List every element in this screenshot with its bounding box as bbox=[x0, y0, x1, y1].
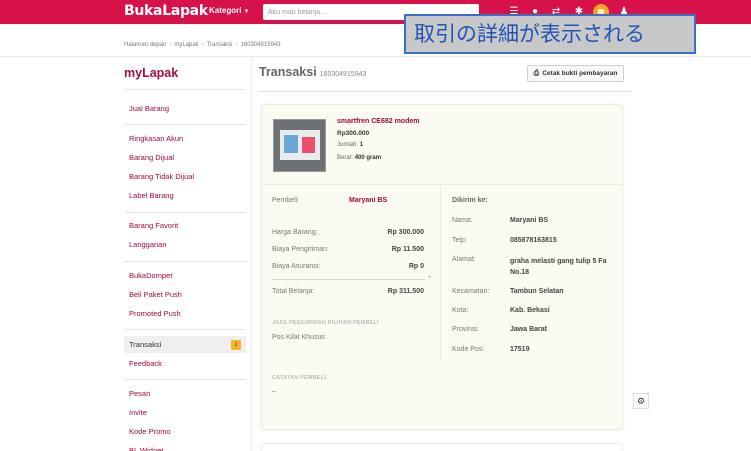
product-qty-value: 1 bbox=[359, 142, 364, 148]
printer-icon: ⎙ bbox=[533, 70, 540, 77]
sidebar-divider bbox=[124, 89, 246, 90]
ship-kodepos-value: 17519 bbox=[510, 346, 530, 353]
product-price: Rp300.000 bbox=[337, 130, 370, 137]
sidebar-item-promoted-push[interactable]: Promoted Push bbox=[124, 305, 246, 322]
ship-kecamatan-value: Tambun Selatan bbox=[510, 288, 564, 295]
ship-kota-label: Kota: bbox=[452, 307, 469, 314]
ship-nama-label: Nama: bbox=[452, 217, 473, 224]
sidebar-divider bbox=[124, 124, 246, 125]
product-qty-label: Jumlah: bbox=[337, 142, 359, 148]
sidebar-item-barang-favorit[interactable]: Barang Favorit bbox=[124, 217, 246, 234]
breadcrumb-separator: › bbox=[169, 42, 172, 48]
caption-overlay: 取引の詳細が表示される bbox=[404, 14, 696, 54]
ship-nama-value: Maryani BS bbox=[510, 217, 549, 224]
ship-kota-value: Kab. Bekasi bbox=[510, 307, 550, 314]
harga-value: Rp 300.000 bbox=[387, 229, 424, 236]
sidebar-item-feedback[interactable]: Feedback bbox=[124, 355, 246, 372]
kategori-menu[interactable]: Kategori ▼ bbox=[209, 6, 249, 15]
sidebar-divider bbox=[124, 261, 246, 262]
breadcrumb-divider bbox=[0, 56, 751, 57]
kirim-value: Rp 11.500 bbox=[391, 246, 424, 253]
ship-kodepos-label: Kode Pos: bbox=[452, 346, 485, 353]
kirim-label: Biaya Pengiriman: bbox=[272, 246, 329, 253]
sidebar-item-transaksi[interactable]: Transaksi 1 bbox=[124, 336, 246, 353]
ship-provinsi-value: Jawa Barat bbox=[510, 326, 547, 333]
sidebar-item-label: Transaksi bbox=[129, 340, 162, 349]
breadcrumb-mylapak[interactable]: myLapak bbox=[174, 42, 198, 48]
sidebar-divider bbox=[124, 212, 246, 213]
product-qty: Jumlah: 1 bbox=[337, 142, 363, 148]
kategori-label: Kategori bbox=[209, 6, 242, 15]
sidebar-content-divider bbox=[251, 57, 252, 451]
catatan-pembeli-heading: CATATAN PEMBELI bbox=[272, 375, 326, 381]
jasa-pengiriman-heading: JASA PENGIRIMAN PILIHAN PEMBELI bbox=[272, 320, 379, 326]
breadcrumb-current: 160304915943 bbox=[240, 42, 281, 48]
sidebar-item-kode-promo[interactable]: Kode Promo bbox=[124, 423, 246, 440]
asuransi-label: Biaya Asuransi: bbox=[272, 263, 321, 270]
sidebar-item-barang-tidak-dijual[interactable]: Barang Tidak Dijual bbox=[124, 168, 246, 185]
buyer-name-link[interactable]: Maryani BS bbox=[349, 197, 387, 204]
sidebar-divider bbox=[124, 329, 246, 330]
product-box-graphic bbox=[302, 137, 315, 153]
print-receipt-button[interactable]: ⎙ Cetak bukti pembayaran bbox=[527, 65, 624, 82]
sidebar-title: myLapak bbox=[124, 66, 179, 80]
sidebar-item-bl-widget[interactable]: BL Widget bbox=[124, 442, 246, 451]
sidebar-item-barang-dijual[interactable]: Barang Dijual bbox=[124, 149, 246, 166]
total-value: Rp 311.500 bbox=[387, 288, 424, 295]
page-title: Transaksi 160304915943 bbox=[259, 65, 366, 79]
caret-down-icon: ▼ bbox=[243, 9, 250, 15]
page-title-text: Transaksi bbox=[259, 65, 317, 79]
ship-telp-value: 085878163815 bbox=[510, 237, 557, 244]
harga-label: Harga Barang: bbox=[272, 229, 318, 236]
sidebar-item-langganan[interactable]: Langganan bbox=[124, 236, 246, 253]
sidebar-divider bbox=[124, 379, 246, 380]
ship-provinsi-label: Provinsi: bbox=[452, 326, 479, 333]
product-box-graphic bbox=[284, 135, 298, 153]
product-weight-value: 400 gram bbox=[354, 155, 382, 161]
total-label: Total Belanja: bbox=[272, 288, 315, 295]
sidebar-item-pesan[interactable]: Pesan bbox=[124, 385, 246, 402]
title-divider bbox=[259, 91, 632, 92]
breadcrumb-transaksi[interactable]: Transaksi bbox=[207, 42, 233, 48]
sidebar-item-bukadompet[interactable]: BukaDompet bbox=[124, 267, 246, 284]
catatan-pembeli-value: – bbox=[272, 388, 276, 395]
product-weight: Berat: 400 gram bbox=[337, 155, 381, 161]
sum-divider bbox=[272, 279, 425, 280]
buyer-label: Pembeli: bbox=[272, 197, 300, 204]
ship-telp-label: Telp: bbox=[452, 237, 467, 244]
sidebar-item-jual-barang[interactable]: Jual Barang bbox=[124, 100, 246, 117]
asuransi-value: Rp 0 bbox=[408, 263, 424, 270]
breadcrumb: Halaman depan › myLapak › Transaksi › 16030491… bbox=[124, 42, 281, 48]
plus-icon: + bbox=[428, 275, 432, 281]
product-image[interactable] bbox=[273, 119, 326, 172]
product-name-link[interactable]: smartfren CE682 modem bbox=[337, 118, 419, 125]
ship-alamat-label: Alamat: bbox=[452, 256, 476, 263]
transaction-id: 160304915943 bbox=[319, 71, 367, 78]
sidebar-item-beli-paket-push[interactable]: Beli Paket Push bbox=[124, 286, 246, 303]
breadcrumb-separator: › bbox=[201, 42, 204, 48]
transaksi-count-badge: 1 bbox=[231, 340, 241, 350]
product-weight-label: Berat: bbox=[337, 155, 354, 161]
ship-alamat-value: graha melasti gang tulip 5 Fa No.18 bbox=[510, 258, 607, 276]
sidebar-item-label-barang[interactable]: Label Barang bbox=[124, 187, 246, 204]
print-receipt-label: Cetak bukti pembayaran bbox=[542, 70, 618, 77]
bukalapak-logo[interactable]: BukaLapak bbox=[124, 3, 208, 19]
sidebar-item-ringkasan-akun[interactable]: Ringkasan Akun bbox=[124, 130, 246, 147]
ship-kecamatan-label: Kecamatan: bbox=[452, 288, 490, 295]
jasa-pengiriman-value: Pos Kilat Khusus bbox=[272, 334, 325, 341]
settings-gear-icon[interactable]: ⚙ bbox=[633, 393, 649, 409]
secondary-card bbox=[261, 443, 623, 451]
column-divider bbox=[440, 186, 441, 362]
breadcrumb-separator: › bbox=[235, 42, 238, 48]
breadcrumb-home[interactable]: Halaman depan bbox=[124, 42, 166, 48]
card-divider bbox=[262, 184, 622, 185]
sidebar-item-invite[interactable]: Invite bbox=[124, 404, 246, 421]
shipping-heading: Dikirim ke: bbox=[452, 197, 488, 204]
